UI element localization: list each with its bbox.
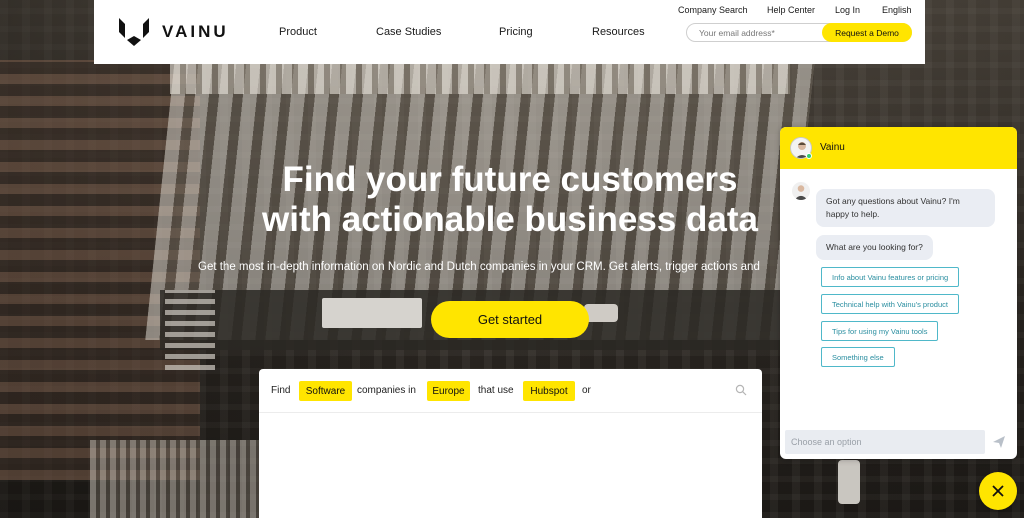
avatar	[792, 182, 810, 200]
nav-item-resources[interactable]: Resources	[592, 26, 645, 38]
top-link-help-center[interactable]: Help Center	[767, 5, 815, 15]
chat-widget: Vainu Got any questions about Vainu? I'm…	[780, 127, 1017, 459]
get-started-button[interactable]: Get started	[431, 301, 589, 338]
query-word: that use	[478, 385, 514, 396]
background-building-roof	[170, 64, 790, 94]
online-status-dot	[806, 153, 812, 159]
background-crosswalk	[165, 290, 215, 370]
query-chip-industry[interactable]: Software	[299, 381, 352, 401]
query-word: or	[582, 385, 591, 396]
query-chip-region[interactable]: Europe	[427, 381, 470, 401]
chat-message: What are you looking for?	[816, 235, 933, 260]
chat-option-features-pricing[interactable]: Info about Vainu features or pricing	[821, 267, 960, 287]
nav-item-case-studies[interactable]: Case Studies	[376, 26, 441, 38]
hero-title-line-1: Find your future customers	[282, 160, 738, 199]
logo[interactable]: VAINU	[116, 16, 229, 48]
chat-option-technical-help[interactable]: Technical help with Vainu's product	[821, 294, 959, 314]
query-word: Find	[271, 385, 291, 396]
search-card: Find Software companies in Europe that u…	[259, 369, 762, 518]
nav-item-product[interactable]: Product	[279, 26, 317, 38]
hero-subtitle: Get the most in-depth information on Nor…	[198, 261, 760, 273]
chat-option-something-else[interactable]: Something else	[821, 347, 895, 367]
chat-input[interactable]	[785, 430, 985, 454]
request-demo-button[interactable]: Request a Demo	[822, 23, 912, 42]
send-icon[interactable]	[992, 435, 1006, 449]
hero-title-line-2: with actionable business data	[262, 200, 758, 239]
chat-agent-name: Vainu	[820, 142, 845, 153]
background-building-lower	[90, 440, 260, 518]
query-word: companies in	[357, 385, 416, 396]
chat-header: Vainu	[780, 127, 1017, 169]
nav-item-pricing[interactable]: Pricing	[499, 26, 533, 38]
top-link-log-in[interactable]: Log In	[835, 5, 860, 15]
search-icon[interactable]	[735, 384, 747, 396]
chat-option-tips[interactable]: Tips for using my Vainu tools	[821, 321, 939, 341]
agent-avatar-icon	[794, 185, 808, 200]
background-car	[584, 304, 618, 322]
close-icon	[992, 485, 1004, 497]
site-header: VAINU Company Search Help Center Log In …	[94, 0, 925, 64]
hero-title: Find your future customers with actionab…	[200, 160, 820, 240]
chat-close-button[interactable]	[979, 472, 1017, 510]
background-car	[838, 460, 860, 504]
email-form: Request a Demo	[686, 23, 912, 42]
email-input[interactable]	[699, 26, 809, 39]
search-query-builder: Find Software companies in Europe that u…	[259, 369, 762, 413]
top-link-company-search[interactable]: Company Search	[678, 5, 748, 15]
logo-text: VAINU	[162, 22, 229, 41]
chat-message: Got any questions about Vainu? I'm happy…	[816, 189, 995, 227]
background-truck	[322, 298, 422, 328]
vainu-logo-icon	[119, 18, 149, 46]
top-link-language[interactable]: English	[882, 5, 912, 15]
query-chip-technology[interactable]: Hubspot	[523, 381, 575, 401]
